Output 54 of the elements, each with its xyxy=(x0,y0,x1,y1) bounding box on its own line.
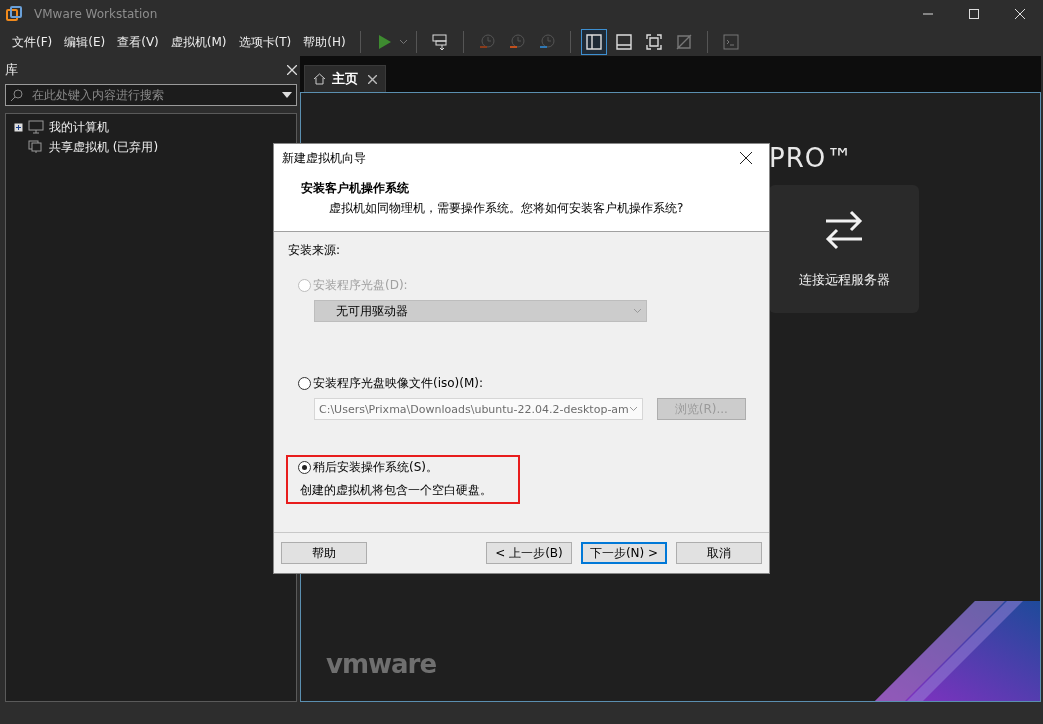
snapshot-clock-icon xyxy=(537,33,556,51)
home-icon xyxy=(313,73,326,85)
menu-item[interactable]: 虚拟机(M) xyxy=(164,29,233,55)
expand-icon[interactable] xyxy=(14,122,23,132)
chevron-down-icon xyxy=(628,406,638,412)
library-title: 库 xyxy=(5,61,18,79)
menu-item[interactable]: 文件(F) xyxy=(6,29,59,55)
dialog-button[interactable]: 帮助 xyxy=(281,542,367,564)
tree-item[interactable]: 共享虚拟机 (已弃用) xyxy=(49,138,159,156)
app-logo-icon xyxy=(6,6,22,22)
dialog-button[interactable]: 下一步(N) > xyxy=(581,542,667,564)
step-heading: 安装客户机操作系统 xyxy=(301,180,410,197)
menu-item[interactable]: 选项卡(T) xyxy=(232,29,298,55)
edition-label: PRO™ xyxy=(769,143,855,173)
step-description: 虚拟机如同物理机，需要操作系统。您将如何安装客户机操作系统? xyxy=(329,200,685,217)
search-input[interactable]: 在此处键入内容进行搜索 xyxy=(30,87,276,103)
menu-item[interactable]: 查看(V) xyxy=(111,29,165,55)
search-icon xyxy=(10,88,24,102)
path-combo-box[interactable]: C:\Users\Prixma\Downloads\ubuntu-22.04.2-desktop-am xyxy=(314,398,643,420)
tree-item[interactable]: 我的计算机 xyxy=(49,118,109,136)
snapshot-clock-icon xyxy=(507,33,526,51)
monitor-icon xyxy=(28,120,44,134)
radio-button[interactable] xyxy=(298,461,311,474)
chevron-down-icon xyxy=(633,308,642,314)
fullscreen-icon xyxy=(643,32,664,52)
dialog-title: 新建虚拟机向导 xyxy=(282,149,366,167)
stacked-monitors-icon xyxy=(28,140,44,154)
close-icon[interactable] xyxy=(287,65,297,75)
search-field[interactable]: 在此处键入内容进行搜索 xyxy=(5,84,297,106)
option-description: 创建的虚拟机将包含一个空白硬盘。 xyxy=(300,482,493,499)
close-icon[interactable] xyxy=(368,74,377,84)
radio-button[interactable] xyxy=(298,377,311,390)
sidebar-layout-icon xyxy=(583,32,604,52)
view-mode-button[interactable] xyxy=(580,29,607,55)
window-title: VMware Workstation xyxy=(34,7,159,21)
radio-label[interactable]: 安装程序光盘映像文件(iso)(M): xyxy=(313,375,484,392)
dialog-button[interactable]: 取消 xyxy=(676,542,762,564)
swap-arrows-icon xyxy=(824,209,864,251)
menu-item[interactable]: 帮助(H) xyxy=(297,29,352,55)
dropdown-arrow-icon xyxy=(282,92,292,98)
home-tab[interactable]: 主页 xyxy=(304,65,386,92)
snapshot-clock-icon xyxy=(477,33,496,51)
dialog-button[interactable]: < 上一步(B) xyxy=(486,542,572,564)
bottom-panel-layout-icon xyxy=(613,32,634,52)
close-icon xyxy=(1015,9,1025,19)
menu-item[interactable]: 编辑(E) xyxy=(58,29,112,55)
close-icon xyxy=(740,152,752,164)
chevron-down-icon xyxy=(398,39,408,45)
maximize-icon xyxy=(969,9,979,19)
connect-remote-card[interactable]: 连接远程服务器 xyxy=(769,185,919,313)
brand-logo: vmware xyxy=(326,649,438,679)
source-label: 安装来源: xyxy=(288,242,342,259)
radio-label[interactable]: 稍后安装操作系统(S)。 xyxy=(313,459,438,476)
terminal-icon xyxy=(720,32,741,52)
